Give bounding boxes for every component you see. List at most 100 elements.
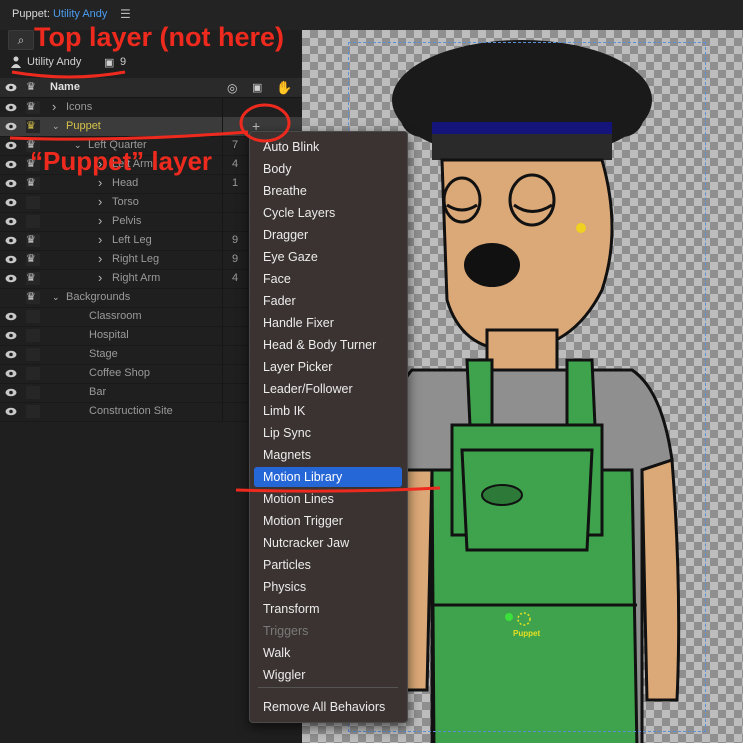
chevron-down-icon[interactable]: ⌄: [52, 121, 60, 132]
menu-separator: [258, 687, 398, 688]
annotation-puppet-layer: “Puppet” layer: [30, 146, 213, 176]
eye-icon[interactable]: [5, 407, 17, 416]
layer-name: Backgrounds: [66, 291, 131, 303]
eye-icon[interactable]: [5, 141, 17, 150]
behavior-menu-item[interactable]: Handle Fixer: [254, 313, 402, 333]
behavior-menu-item[interactable]: Wiggler: [254, 665, 402, 685]
eye-icon[interactable]: [5, 217, 17, 226]
title-prefix: Puppet:: [12, 8, 50, 20]
behavior-menu-item[interactable]: Magnets: [254, 445, 402, 465]
behavior-menu-item[interactable]: Limb IK: [254, 401, 402, 421]
behavior-menu-item[interactable]: Particles: [254, 555, 402, 575]
crown-slot[interactable]: [26, 367, 40, 380]
chevron-right-icon[interactable]: ›: [98, 175, 102, 190]
crown-slot[interactable]: [26, 196, 40, 209]
layer-name: Coffee Shop: [89, 367, 150, 379]
eye-icon[interactable]: [5, 312, 17, 321]
chevron-right-icon[interactable]: ›: [52, 99, 56, 114]
layer-name: Puppet: [66, 120, 101, 132]
crown-icon[interactable]: ♛: [26, 234, 36, 247]
layer-name: Hospital: [89, 329, 129, 341]
chevron-down-icon[interactable]: ⌄: [52, 292, 60, 303]
eye-icon[interactable]: [5, 274, 17, 283]
column-divider: [222, 250, 223, 269]
behavior-menu-item[interactable]: Dragger: [254, 225, 402, 245]
behavior-menu-item[interactable]: Head & Body Turner: [254, 335, 402, 355]
chevron-right-icon[interactable]: ›: [98, 251, 102, 266]
behavior-menu-item[interactable]: Body: [254, 159, 402, 179]
column-divider: [222, 288, 223, 307]
layer-count: 9: [232, 234, 239, 246]
name-column-header: Name: [50, 81, 80, 93]
layer-count: 9: [232, 253, 239, 265]
column-divider: [222, 174, 223, 193]
crown-slot[interactable]: [26, 386, 40, 399]
behavior-menu-item[interactable]: Motion Trigger: [254, 511, 402, 531]
crown-slot[interactable]: [26, 215, 40, 228]
eye-icon[interactable]: [5, 236, 17, 245]
crown-icon[interactable]: ♛: [26, 177, 36, 190]
chevron-right-icon[interactable]: ›: [98, 270, 102, 285]
layer-name: Right Leg: [112, 253, 160, 265]
title-puppet-name: Utility Andy: [52, 8, 108, 20]
eye-icon[interactable]: [5, 160, 17, 169]
column-divider: [222, 231, 223, 250]
crown-icon[interactable]: ♛: [26, 272, 36, 285]
eye-icon[interactable]: [5, 255, 17, 264]
column-divider: [222, 345, 223, 364]
eye-icon[interactable]: [5, 198, 17, 207]
behavior-menu-item[interactable]: Fader: [254, 291, 402, 311]
behavior-menu-item[interactable]: Layer Picker: [254, 357, 402, 377]
behavior-menu-item[interactable]: Eye Gaze: [254, 247, 402, 267]
eye-icon[interactable]: [5, 331, 17, 340]
target-icon: ◎: [227, 81, 238, 95]
crown-icon[interactable]: ♛: [26, 101, 36, 114]
crown-icon: ♛: [26, 81, 36, 93]
behavior-menu-item[interactable]: Motion Lines: [254, 489, 402, 509]
hamburger-icon[interactable]: ☰: [120, 7, 131, 21]
remove-all-behaviors-item[interactable]: Remove All Behaviors: [254, 697, 402, 717]
eye-icon[interactable]: [5, 179, 17, 188]
eye-icon[interactable]: [5, 388, 17, 397]
behavior-menu-item[interactable]: Face: [254, 269, 402, 289]
column-divider: [222, 269, 223, 288]
layer-name: Stage: [89, 348, 118, 360]
eye-icon[interactable]: [5, 369, 17, 378]
behavior-menu-item[interactable]: Physics: [254, 577, 402, 597]
behavior-menu-item[interactable]: Motion Library: [254, 467, 402, 487]
crown-slot[interactable]: [26, 348, 40, 361]
crown-icon[interactable]: ♛: [26, 291, 36, 304]
puppet-count: 9: [120, 56, 127, 68]
column-divider: [222, 193, 223, 212]
chevron-right-icon[interactable]: ›: [98, 232, 102, 247]
layer-name: Torso: [112, 196, 139, 208]
behavior-menu-item[interactable]: Nutcracker Jaw: [254, 533, 402, 553]
behavior-menu-item[interactable]: Walk: [254, 643, 402, 663]
chevron-right-icon[interactable]: ›: [98, 213, 102, 228]
person-icon: [11, 56, 21, 68]
layer-name: Head: [112, 177, 139, 189]
layer-list-header: ♛ Name ◎ ▣ ✋: [0, 78, 302, 98]
behavior-menu-item: Triggers: [263, 624, 309, 638]
layer-count: 7: [232, 139, 239, 151]
crown-slot[interactable]: [26, 405, 40, 418]
column-divider: [222, 326, 223, 345]
behavior-menu-item[interactable]: Leader/Follower: [254, 379, 402, 399]
crown-icon[interactable]: ♛: [26, 253, 36, 266]
behavior-menu-item[interactable]: Lip Sync: [254, 423, 402, 443]
eye-icon[interactable]: [5, 350, 17, 359]
crown-slot[interactable]: [26, 329, 40, 342]
app-window: Puppet: Utility Andy ☰ ⌕ Utility Andy ▣ …: [0, 0, 743, 743]
chevron-right-icon[interactable]: ›: [98, 194, 102, 209]
layer-row[interactable]: ♛ › Icons: [0, 98, 302, 118]
crown-slot[interactable]: [26, 310, 40, 323]
behavior-menu-item[interactable]: Auto Blink: [254, 137, 402, 157]
eye-icon[interactable]: [5, 122, 17, 131]
behavior-menu-item[interactable]: Transform: [254, 599, 402, 619]
puppet-name[interactable]: Utility Andy: [27, 56, 81, 68]
behavior-menu-item[interactable]: Breathe: [254, 181, 402, 201]
search-icon[interactable]: ⌕: [8, 30, 34, 50]
eye-icon[interactable]: [5, 103, 17, 112]
behavior-menu-item[interactable]: Cycle Layers: [254, 203, 402, 223]
crown-icon[interactable]: ♛: [26, 120, 36, 133]
